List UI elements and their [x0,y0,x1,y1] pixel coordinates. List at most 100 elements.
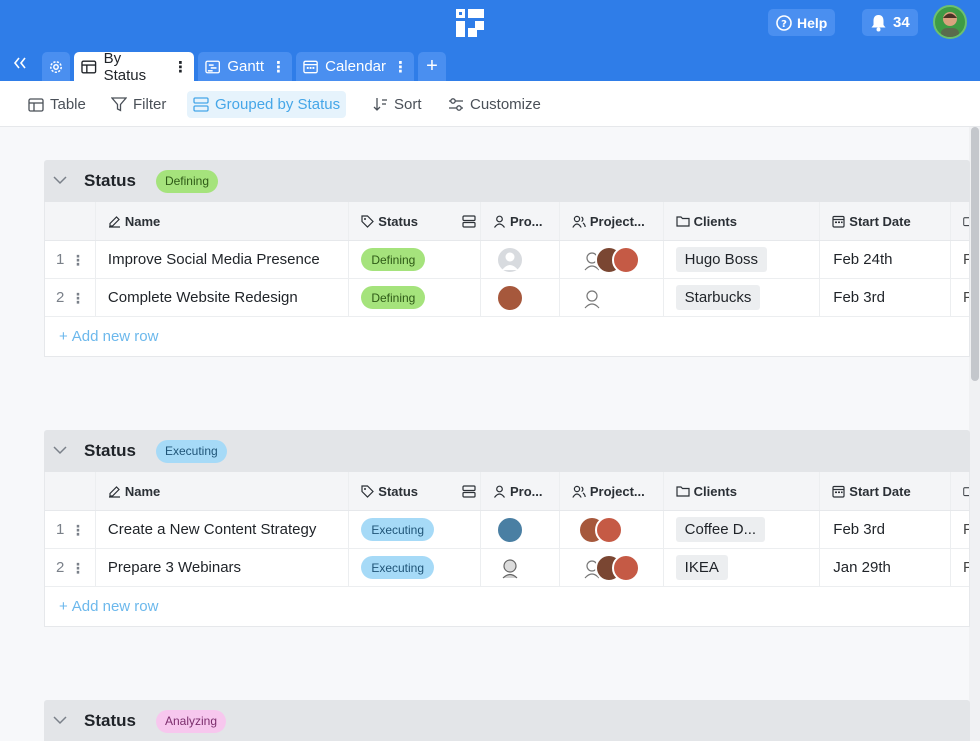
column-header-clients[interactable]: Clients [664,472,821,510]
project-cell[interactable] [560,279,664,316]
column-header-project[interactable]: Project... [560,202,664,240]
column-header-overflow[interactable] [951,472,969,510]
help-label: Help [797,14,828,31]
date-cell[interactable]: Feb 3rd [820,279,951,316]
column-header-pro[interactable]: Pro... [481,202,560,240]
overflow-cell[interactable]: F [951,511,969,548]
column-header-name[interactable]: Name [96,472,350,510]
tab-gantt[interactable]: Gantt ⋮ [198,52,292,81]
sort-button[interactable]: Sort [366,91,428,118]
project-cell[interactable] [560,511,664,548]
data-table: Name Status Pro... Project... Clients St… [44,472,970,627]
row-menu-icon[interactable]: ⋮ [71,561,85,575]
filter-button[interactable]: Filter [105,91,172,118]
date-cell[interactable]: Jan 29th [820,549,951,586]
overflow-cell[interactable]: F [951,279,969,316]
column-header-start-date[interactable]: Start Date [820,472,952,510]
tab-menu-icon[interactable]: ⋮ [271,58,286,76]
avatar-placeholder-icon [496,245,525,274]
pro-cell[interactable] [481,511,560,548]
date-cell[interactable]: Feb 3rd [820,511,951,548]
row-menu-icon[interactable]: ⋮ [71,253,85,267]
avatar [496,553,525,582]
group-header[interactable]: Status Executing [44,430,970,472]
column-header-start-date[interactable]: Start Date [820,202,952,240]
settings-tab-button[interactable] [42,52,70,81]
tab-by-status[interactable]: By Status ⋮ [74,50,194,84]
collapse-sidebar-button[interactable] [6,50,34,76]
app-logo-icon[interactable] [456,9,484,37]
add-tab-button[interactable]: + [418,52,446,81]
chevron-down-icon[interactable] [53,174,73,188]
status-cell[interactable]: Defining [349,241,482,278]
tab-calendar[interactable]: Calendar ⋮ [296,52,414,81]
table-view-button[interactable]: Table [22,91,92,118]
data-table: Name Status Pro... Project... Clients St… [44,202,970,357]
header-label: Start Date [849,483,911,499]
index-header [45,202,96,240]
avatar [611,245,640,274]
name-cell[interactable]: Create a New Content Strategy [96,511,350,548]
table-row[interactable]: 1 ⋮ Improve Social Media Presence Defini… [45,241,969,279]
name-cell[interactable]: Improve Social Media Presence [96,241,350,278]
customize-button[interactable]: Customize [442,91,547,118]
overflow-cell[interactable]: F [951,241,969,278]
chevron-down-icon[interactable] [53,714,73,728]
group-column-icon[interactable] [462,214,476,228]
overflow-cell[interactable]: F [951,549,969,586]
group-header[interactable]: Status Defining [44,160,970,202]
header-label: Project... [589,213,645,229]
group-title: Status [84,171,136,190]
clients-cell[interactable]: Hugo Boss [664,241,821,278]
name-cell[interactable]: Prepare 3 Webinars [96,549,350,586]
pro-cell[interactable] [481,279,560,316]
row-menu-icon[interactable]: ⋮ [71,291,85,305]
plus-icon: + [59,598,68,615]
clients-cell[interactable]: Coffee D... [664,511,821,548]
calendar-icon [963,486,969,496]
add-new-row-button[interactable]: + Add new row [45,317,969,356]
date-cell[interactable]: Feb 24th [820,241,951,278]
column-header-clients[interactable]: Clients [664,202,821,240]
column-header-pro[interactable]: Pro... [481,472,560,510]
name-cell[interactable]: Complete Website Redesign [96,279,350,316]
chevron-down-icon[interactable] [53,444,73,458]
row-index-cell: 2 ⋮ [45,279,96,316]
column-header-status[interactable]: Status [349,472,482,510]
user-avatar[interactable] [933,5,967,39]
project-cell[interactable] [560,549,664,586]
column-header-project[interactable]: Project... [560,472,664,510]
project-cell[interactable] [560,241,664,278]
tab-menu-icon[interactable]: ⋮ [173,58,188,76]
table-row[interactable]: 1 ⋮ Create a New Content Strategy Execut… [45,511,969,549]
clients-cell[interactable]: Starbucks [664,279,821,316]
pro-cell[interactable] [481,549,560,586]
group-header[interactable]: Status Analyzing [44,700,970,741]
avatar [611,553,640,582]
notifications-button[interactable]: 34 [862,9,918,36]
column-header-status[interactable]: Status [349,202,482,240]
column-header-overflow[interactable] [951,202,969,240]
table-row[interactable]: 2 ⋮ Complete Website Redesign Defining S… [45,279,969,317]
status-cell[interactable]: Defining [349,279,482,316]
group-by-button[interactable]: Grouped by Status [187,91,347,118]
sliders-icon [449,98,463,111]
status-cell[interactable]: Executing [349,511,482,548]
header-label: Pro... [510,483,543,499]
help-button[interactable]: ? Help [768,9,836,36]
status-pill: Executing [361,518,435,541]
column-header-name[interactable]: Name [96,202,350,240]
pro-cell[interactable] [481,241,560,278]
gear-icon [50,60,62,73]
row-menu-icon[interactable]: ⋮ [71,523,85,537]
status-cell[interactable]: Executing [349,549,482,586]
pencil-icon [108,215,120,228]
group-column-icon[interactable] [462,484,476,498]
header-label: Pro... [510,213,543,229]
add-new-row-button[interactable]: + Add new row [45,587,969,626]
scrollbar-thumb[interactable] [971,127,979,381]
clients-cell[interactable]: IKEA [664,549,821,586]
client-pill: Starbucks [675,285,761,310]
tab-menu-icon[interactable]: ⋮ [393,58,408,76]
table-row[interactable]: 2 ⋮ Prepare 3 Webinars Executing IKEA Ja… [45,549,969,587]
